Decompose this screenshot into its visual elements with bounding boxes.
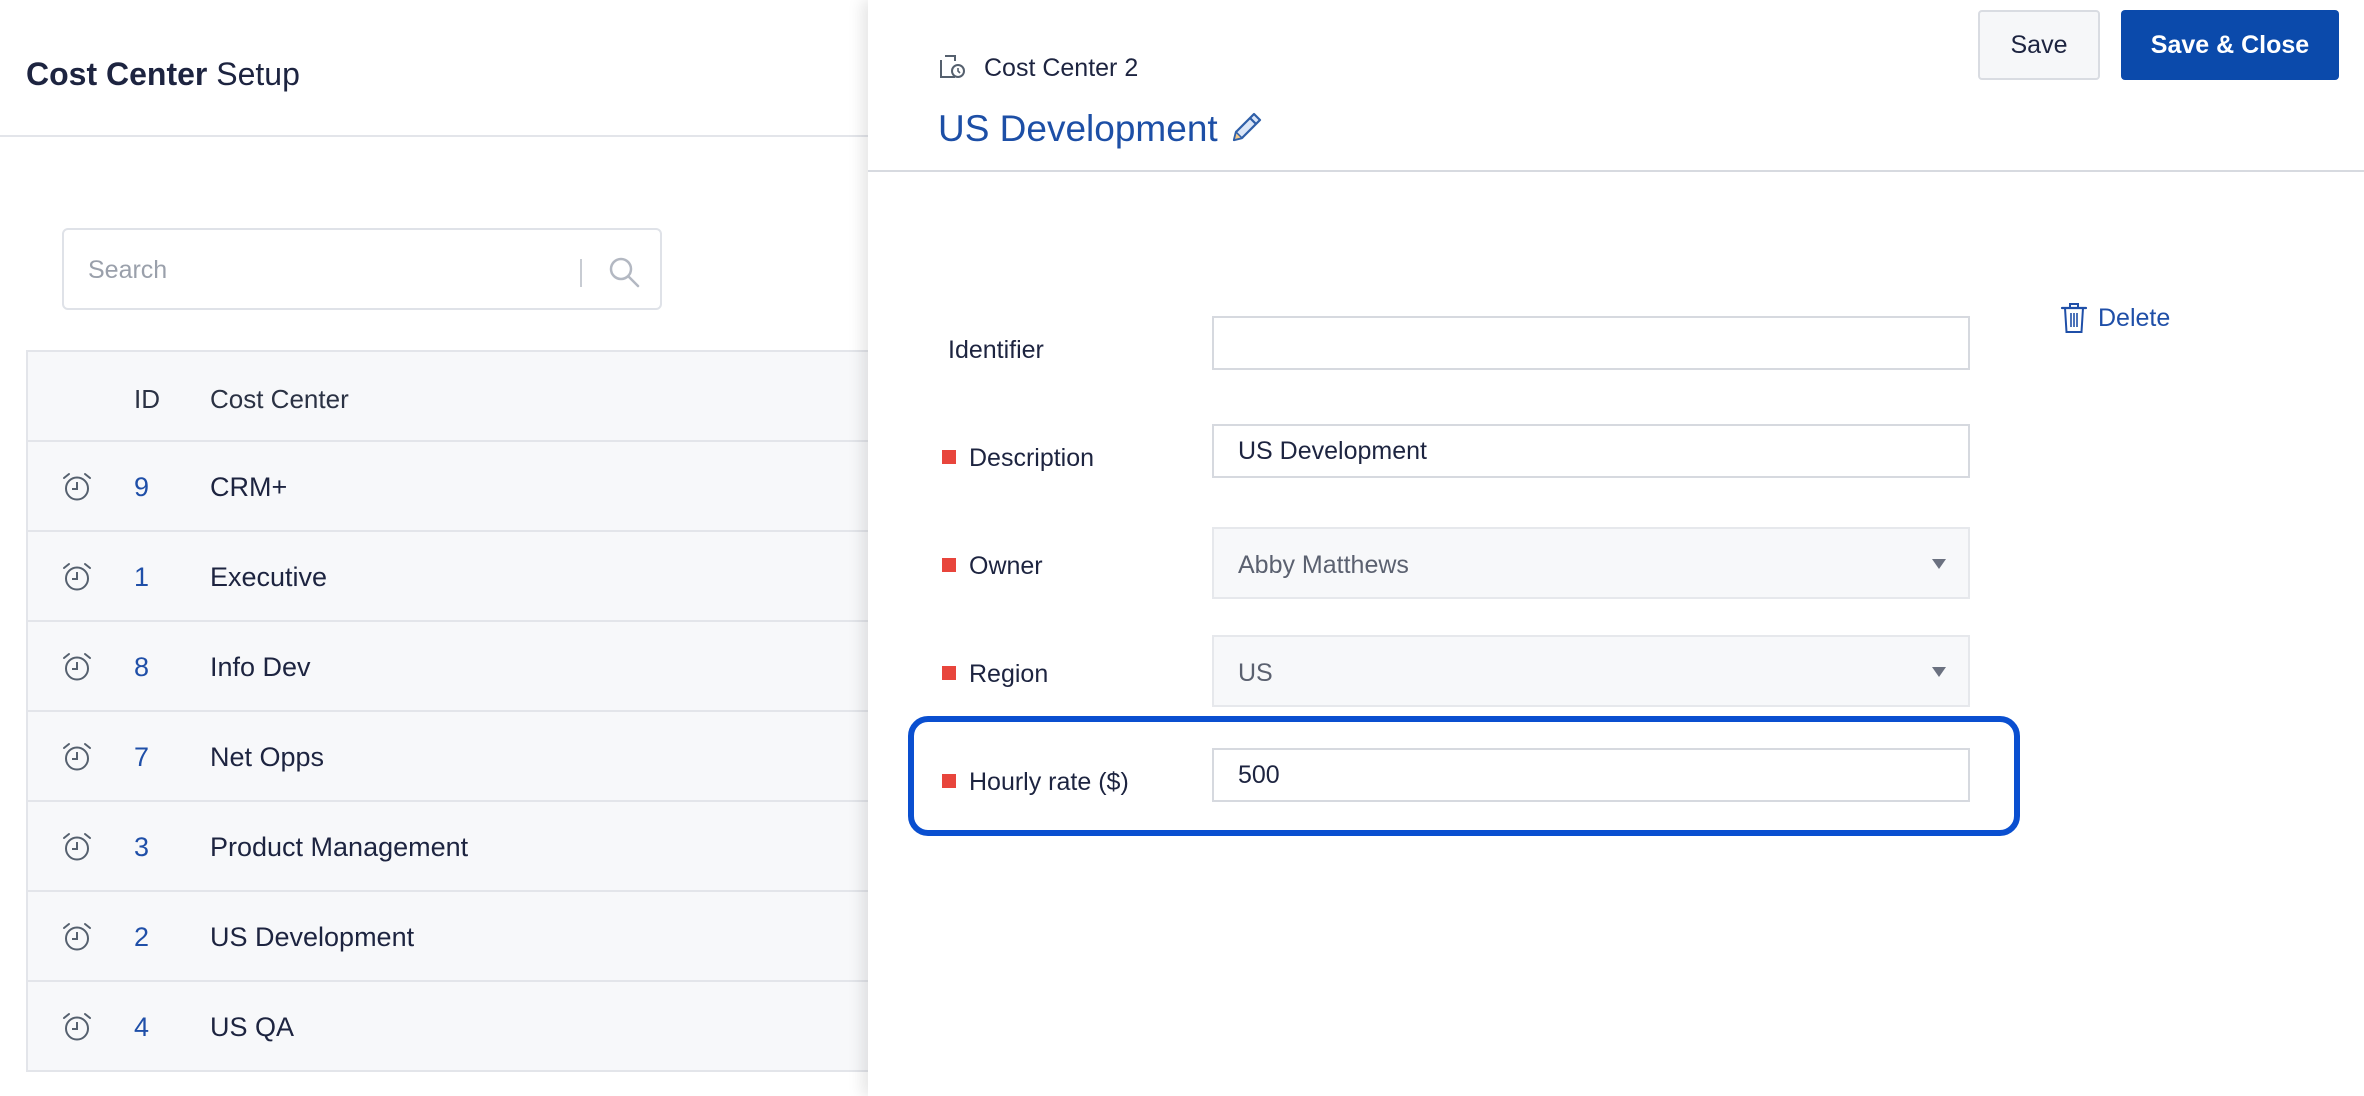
row-id[interactable]: 1 bbox=[134, 562, 174, 593]
required-indicator bbox=[942, 666, 956, 680]
owner-selected-value: Abby Matthews bbox=[1238, 551, 1409, 579]
delete-label: Delete bbox=[2098, 303, 2171, 332]
alarm-clock-icon bbox=[63, 833, 91, 861]
save-button[interactable]: Save bbox=[1978, 10, 2100, 80]
hourly-rate-label: Hourly rate ($) bbox=[969, 768, 1129, 796]
pencil-icon[interactable] bbox=[1226, 108, 1266, 148]
chevron-down-icon bbox=[1932, 667, 1946, 677]
page-title: Cost Center Setup bbox=[26, 56, 300, 93]
search-icon[interactable] bbox=[606, 254, 642, 290]
cost-center-column-header[interactable]: Cost Center bbox=[210, 384, 349, 415]
row-name: Product Management bbox=[210, 832, 469, 862]
trash-icon bbox=[2060, 303, 2088, 333]
alarm-clock-icon bbox=[63, 1013, 91, 1041]
page-header: Cost Center Setup bbox=[0, 0, 870, 137]
owner-select[interactable]: Abby Matthews bbox=[1212, 527, 1970, 599]
identifier-label: Identifier bbox=[948, 336, 1044, 364]
required-indicator bbox=[942, 450, 956, 464]
chevron-down-icon bbox=[1932, 559, 1946, 569]
table-row[interactable]: 8 Info Dev bbox=[28, 622, 876, 712]
save-and-close-button[interactable]: Save & Close bbox=[2121, 10, 2339, 80]
row-id[interactable]: 2 bbox=[134, 922, 174, 953]
required-indicator bbox=[942, 774, 956, 788]
table-header: ID Cost Center bbox=[28, 352, 876, 442]
record-breadcrumb: Cost Center 2 bbox=[984, 54, 1139, 82]
panel-header: Cost Center 2 US Development Save Save &… bbox=[868, 0, 2364, 172]
region-select[interactable]: US bbox=[1212, 635, 1970, 707]
alarm-clock-icon bbox=[63, 563, 91, 591]
row-name: Info Dev bbox=[210, 652, 311, 682]
row-name: US QA bbox=[210, 1012, 295, 1042]
cost-center-icon bbox=[940, 55, 965, 78]
search-input[interactable] bbox=[88, 250, 608, 290]
row-id[interactable]: 7 bbox=[134, 742, 174, 773]
row-name: Executive bbox=[210, 562, 328, 592]
row-name: US Development bbox=[210, 922, 415, 952]
cost-center-table: ID Cost Center 9 CRM+ 1 Executive 8 Info… bbox=[26, 350, 876, 1072]
hourly-rate-field[interactable] bbox=[1212, 748, 1970, 802]
row-id[interactable]: 4 bbox=[134, 1012, 174, 1043]
delete-button[interactable]: Delete bbox=[2060, 300, 2170, 336]
required-indicator bbox=[942, 558, 956, 572]
table-row[interactable]: 4 US QA bbox=[28, 982, 876, 1072]
page-title-bold: Cost Center bbox=[26, 56, 208, 92]
owner-label: Owner bbox=[969, 552, 1043, 580]
row-id[interactable]: 9 bbox=[134, 472, 174, 503]
search-separator bbox=[580, 259, 582, 287]
table-row[interactable]: 9 CRM+ bbox=[28, 442, 876, 532]
table-row[interactable]: 2 US Development bbox=[28, 892, 876, 982]
row-name: Net Opps bbox=[210, 742, 325, 772]
description-field[interactable] bbox=[1212, 424, 1970, 478]
region-label: Region bbox=[969, 660, 1049, 688]
identifier-field[interactable] bbox=[1212, 316, 1970, 370]
alarm-clock-icon bbox=[63, 923, 91, 951]
description-label: Description bbox=[969, 444, 1095, 472]
detail-panel: Cost Center 2 US Development Save Save &… bbox=[868, 0, 2364, 1096]
row-name: CRM+ bbox=[210, 472, 288, 502]
alarm-clock-icon bbox=[63, 743, 91, 771]
region-selected-value: US bbox=[1238, 659, 1273, 687]
table-row[interactable]: 3 Product Management bbox=[28, 802, 876, 892]
record-title: US Development bbox=[938, 108, 1218, 149]
table-row[interactable]: 7 Net Opps bbox=[28, 712, 876, 802]
row-id[interactable]: 8 bbox=[134, 652, 174, 683]
id-column-header[interactable]: ID bbox=[134, 384, 160, 415]
row-id[interactable]: 3 bbox=[134, 832, 174, 863]
search-box bbox=[62, 228, 662, 310]
page-title-rest: Setup bbox=[216, 56, 300, 92]
alarm-clock-icon bbox=[63, 653, 91, 681]
alarm-clock-icon bbox=[63, 473, 91, 501]
table-row[interactable]: 1 Executive bbox=[28, 532, 876, 622]
